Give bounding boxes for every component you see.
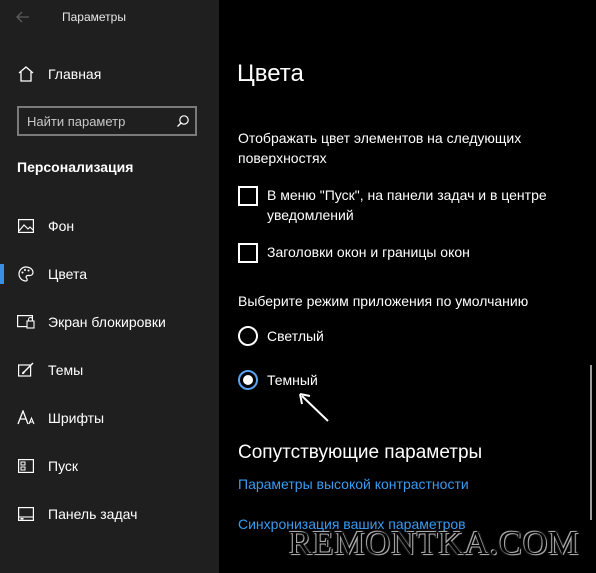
sidebar-item-label: Цвета bbox=[48, 266, 87, 282]
pointer-arrow-icon bbox=[299, 393, 329, 422]
sidebar-item-lock-screen[interactable]: Экран блокировки bbox=[0, 298, 219, 346]
sidebar: Главная Персонализация Фон Цвета bbox=[0, 0, 219, 573]
sidebar-item-background[interactable]: Фон bbox=[0, 202, 219, 250]
palette-icon bbox=[16, 264, 36, 284]
section-title: Персонализация bbox=[17, 159, 134, 175]
search-box[interactable] bbox=[17, 106, 197, 136]
sidebar-item-label: Пуск bbox=[48, 458, 79, 474]
scrollbar[interactable] bbox=[590, 365, 592, 520]
sidebar-item-taskbar[interactable]: Панель задач bbox=[0, 490, 219, 538]
checkbox-label: В меню "Пуск", на панели задач и в центр… bbox=[267, 187, 547, 223]
app-mode-title: Выберите режим приложения по умолчанию bbox=[238, 293, 529, 309]
radio-light[interactable]: Светлый bbox=[238, 326, 324, 346]
image-icon bbox=[16, 216, 36, 236]
radio-dark[interactable]: Темный bbox=[238, 370, 318, 390]
sidebar-item-label: Шрифты bbox=[48, 410, 105, 426]
taskbar-icon bbox=[16, 504, 36, 524]
sidebar-item-label: Фон bbox=[48, 218, 75, 234]
back-arrow-icon[interactable] bbox=[10, 6, 36, 28]
sidebar-item-colors[interactable]: Цвета bbox=[0, 250, 219, 298]
related-settings-title: Сопутствующие параметры bbox=[238, 442, 483, 463]
search-icon[interactable] bbox=[171, 109, 195, 133]
start-icon bbox=[16, 456, 36, 476]
watermark-text: REMONTKA.COM bbox=[289, 525, 580, 562]
main-content: Цвета Отображать цвет элементов на следу… bbox=[219, 0, 596, 573]
checkbox[interactable] bbox=[238, 243, 258, 263]
sidebar-item-label: Темы bbox=[48, 362, 84, 378]
sidebar-item-label: Экран блокировки bbox=[48, 314, 166, 330]
checkbox[interactable] bbox=[238, 186, 258, 206]
sidebar-item-fonts[interactable]: Шрифты bbox=[0, 394, 219, 442]
radio-button[interactable] bbox=[238, 370, 258, 390]
high-contrast-link[interactable]: Параметры высокой контрастности bbox=[238, 476, 469, 492]
home-icon bbox=[16, 64, 36, 84]
window-title: Параметры bbox=[62, 10, 126, 24]
sidebar-item-themes[interactable]: Темы bbox=[0, 346, 219, 394]
lock-screen-icon bbox=[16, 312, 36, 332]
brush-icon bbox=[16, 360, 36, 380]
radio-label: Светлый bbox=[267, 328, 324, 344]
surfaces-description: Отображать цвет элементов на следующих п… bbox=[238, 130, 522, 166]
search-input[interactable] bbox=[19, 113, 171, 129]
checkbox-start-taskbar[interactable]: В меню "Пуск", на панели задач и в центр… bbox=[238, 185, 583, 225]
nav-list: Фон Цвета Экран блокировки Темы Шрифты П… bbox=[0, 202, 219, 538]
radio-label: Темный bbox=[267, 372, 318, 388]
sidebar-item-label: Панель задач bbox=[48, 506, 138, 522]
checkbox-label: Заголовки окон и границы окон bbox=[267, 244, 470, 260]
font-icon bbox=[16, 408, 36, 428]
sidebar-item-home[interactable]: Главная bbox=[0, 58, 219, 90]
home-label: Главная bbox=[48, 66, 102, 82]
sidebar-item-start[interactable]: Пуск bbox=[0, 442, 219, 490]
checkbox-title-bars[interactable]: Заголовки окон и границы окон bbox=[238, 242, 583, 263]
page-title: Цвета bbox=[237, 60, 304, 87]
radio-button[interactable] bbox=[238, 326, 258, 346]
settings-window: Главная Персонализация Фон Цвета bbox=[0, 0, 596, 573]
